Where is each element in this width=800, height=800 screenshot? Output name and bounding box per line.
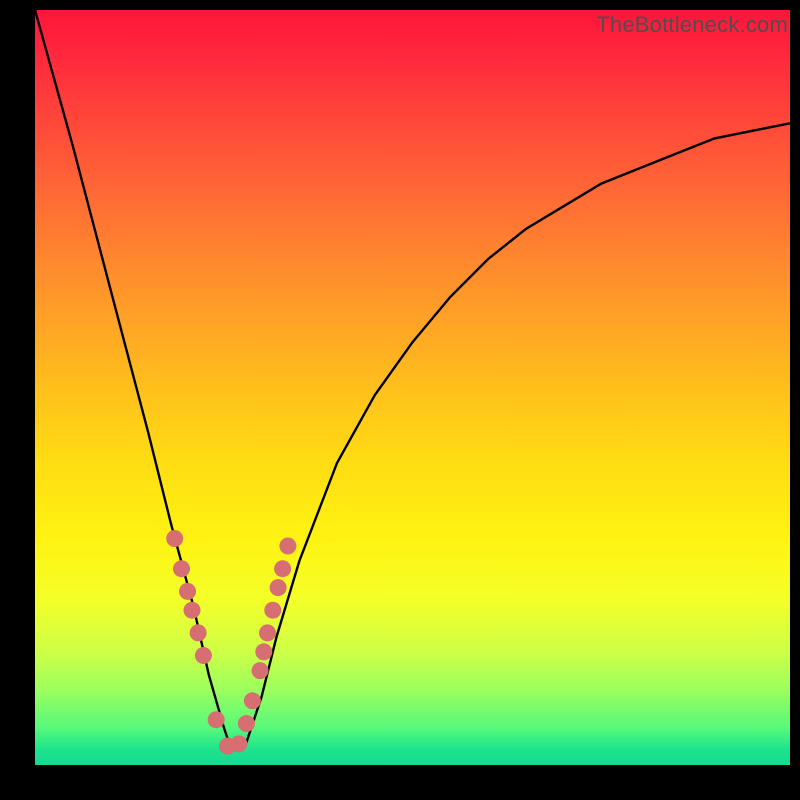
sample-point	[238, 715, 255, 732]
sample-point	[173, 560, 190, 577]
sample-point	[255, 643, 272, 660]
sample-point	[230, 735, 247, 752]
sample-point	[252, 662, 269, 679]
sample-point	[279, 538, 296, 555]
curve-svg	[35, 10, 790, 765]
sample-point	[184, 602, 201, 619]
plot-area	[35, 10, 790, 765]
sample-point	[244, 692, 261, 709]
chart-frame: TheBottleneck.com	[0, 0, 800, 800]
sample-point	[208, 711, 225, 728]
sample-point-markers	[166, 530, 296, 755]
sample-point	[274, 560, 291, 577]
bottleneck-curve	[35, 10, 790, 750]
curve-path	[35, 10, 790, 750]
sample-point	[270, 579, 287, 596]
sample-point	[190, 624, 207, 641]
watermark-text: TheBottleneck.com	[596, 12, 788, 38]
sample-point	[259, 624, 276, 641]
sample-point	[166, 530, 183, 547]
sample-point	[195, 647, 212, 664]
sample-point	[264, 602, 281, 619]
sample-point	[179, 583, 196, 600]
